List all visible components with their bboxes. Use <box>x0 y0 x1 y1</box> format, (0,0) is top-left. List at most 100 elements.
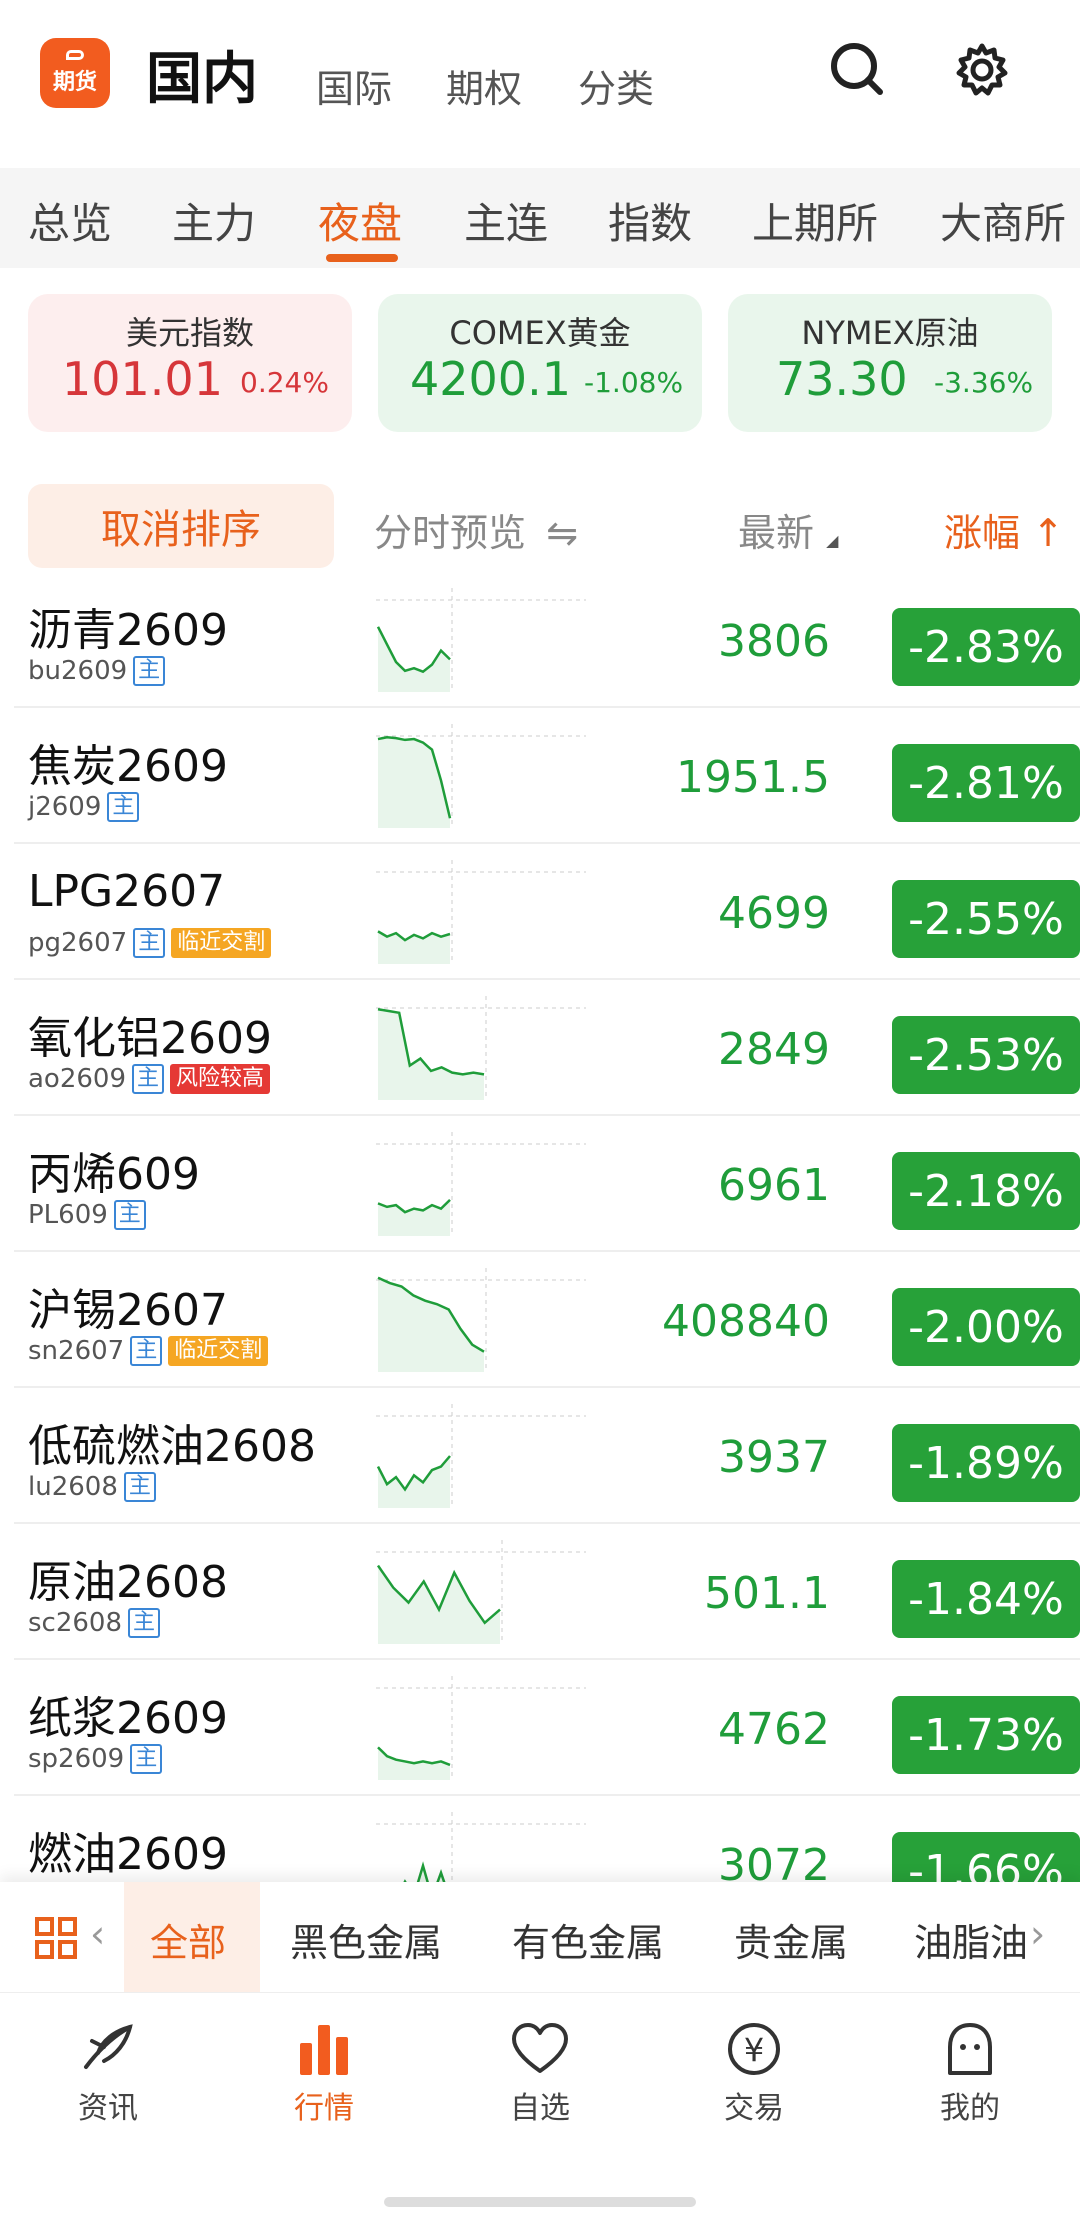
intraday-sparkline <box>376 588 586 692</box>
category-bar: ‹ 全部 黑色金属 有色金属 贵金属 油脂油 › <box>0 1882 1080 1992</box>
contract-name: 氧化铝2609 <box>28 1013 272 1064</box>
index-card-name: NYMEX原油 <box>801 314 979 352</box>
arrow-up-icon: ↑ <box>1032 511 1064 555</box>
list-item[interactable]: LPG2607 pg2607 主 临近交割 4699 -2.55% <box>14 844 1080 980</box>
tab-dce[interactable]: 大商所 <box>940 190 1066 251</box>
preview-label: 分时预览 <box>374 511 527 555</box>
settings-button[interactable] <box>950 38 1014 102</box>
chevron-right-icon[interactable]: › <box>1030 1912 1045 1956</box>
category-precious[interactable]: 贵金属 <box>734 1912 848 1967</box>
high-risk-badge: 风险较高 <box>170 1064 271 1094</box>
nav-profile[interactable]: 我的 <box>910 2021 1030 2127</box>
category-nonferrous[interactable]: 有色金属 <box>512 1912 664 1967</box>
nav-trade[interactable]: ¥ 交易 <box>694 2021 814 2127</box>
list-item[interactable]: 沪锡2607 sn2607 主 临近交割 408840 -2.00% <box>14 1252 1080 1388</box>
app-logo: 期货 <box>40 38 110 108</box>
yuan-icon: ¥ <box>728 2023 780 2075</box>
header-tab-international[interactable]: 国际 <box>316 58 392 113</box>
search-button[interactable] <box>826 38 890 102</box>
tab-main[interactable]: 主力 <box>172 190 256 251</box>
header-tab-options[interactable]: 期权 <box>446 58 522 113</box>
sort-change[interactable]: 涨幅 ↑ <box>944 502 1064 557</box>
intraday-sparkline <box>376 1540 586 1644</box>
list-item[interactable]: 纸浆2609 sp2609 主 4762 -1.73% <box>14 1660 1080 1796</box>
preview-toggle[interactable]: 分时预览 ⇋ <box>374 502 578 557</box>
list-item[interactable]: 氧化铝2609 ao2609 主 风险较高 2849 -2.53% <box>14 980 1080 1116</box>
index-card-change: -1.08% <box>584 366 684 399</box>
gear-icon <box>956 43 1008 96</box>
change-badge: -1.73% <box>892 1696 1080 1774</box>
latest-price: 3937 <box>718 1432 830 1483</box>
contract-code-line: sp2609 主 <box>28 1744 163 1774</box>
sort-latest[interactable]: 最新 ◢ <box>738 502 838 557</box>
contract-name: 原油2608 <box>28 1557 228 1608</box>
latest-price: 2849 <box>718 1024 830 1075</box>
near-delivery-badge: 临近交割 <box>171 928 272 958</box>
nav-market[interactable]: 行情 <box>264 2021 384 2127</box>
sparkline-area <box>378 626 450 692</box>
list-item[interactable]: 焦炭2609 j2609 主 1951.5 -2.81% <box>14 708 1080 844</box>
sparkline-area <box>378 1277 484 1372</box>
header-tab-domestic[interactable]: 国内 <box>146 34 258 115</box>
intraday-sparkline <box>376 860 586 964</box>
list-item[interactable]: 沥青2609 bu2609 主 3806 -2.83% <box>14 572 1080 708</box>
list-item[interactable]: 低硫燃油2608 lu2608 主 3937 -1.89% <box>14 1388 1080 1524</box>
main-contract-badge: 主 <box>130 1744 163 1774</box>
contract-name: 沥青2609 <box>28 605 228 656</box>
index-card-change: -3.36% <box>934 366 1034 399</box>
nav-watchlist[interactable]: 自选 <box>480 2021 600 2127</box>
top-header: 期货 国内 国际 期权 分类 <box>0 0 1080 168</box>
index-card-value: 4200.1 <box>410 352 571 406</box>
index-card-gold[interactable]: COMEX黄金 4200.1 -1.08% <box>378 294 702 432</box>
latest-price: 4699 <box>718 888 830 939</box>
intraday-sparkline <box>376 1132 586 1236</box>
cancel-sort-button[interactable]: 取消排序 <box>28 484 334 568</box>
nav-market-label: 行情 <box>294 2091 354 2126</box>
sort-bar: 取消排序 分时预览 ⇋ 最新 ◢ 涨幅 ↑ <box>0 480 1080 570</box>
profile-icon <box>948 2023 992 2075</box>
list-item[interactable]: 原油2608 sc2608 主 501.1 -1.84% <box>14 1524 1080 1660</box>
tab-overview[interactable]: 总览 <box>28 190 112 251</box>
chevron-left-icon[interactable]: ‹ <box>90 1912 105 1956</box>
contract-code: sn2607 <box>28 1336 125 1366</box>
tab-shfe[interactable]: 上期所 <box>752 190 878 251</box>
latest-price: 1951.5 <box>676 752 830 803</box>
tab-continuous[interactable]: 主连 <box>464 190 548 251</box>
sparkline-area <box>378 1009 484 1100</box>
index-card-crude[interactable]: NYMEX原油 73.30 -3.36% <box>728 294 1052 432</box>
sort-corner-icon: ◢ <box>826 531 839 550</box>
contract-code: pg2607 <box>28 928 128 958</box>
home-indicator <box>384 2197 696 2207</box>
latest-price: 408840 <box>662 1296 830 1347</box>
nav-watchlist-label: 自选 <box>510 2091 570 2126</box>
contract-code-line: ao2609 主 风险较高 <box>28 1064 271 1094</box>
category-ferrous[interactable]: 黑色金属 <box>290 1912 442 1967</box>
nav-news[interactable]: 资讯 <box>48 2021 168 2127</box>
contract-name: 燃油2609 <box>28 1829 228 1880</box>
exchange-tabs: 总览 主力 夜盘 主连 指数 上期所 大商所 <box>0 168 1080 268</box>
category-oils[interactable]: 油脂油 <box>914 1912 1030 1967</box>
app-root: 期货 国内 国际 期权 分类 总览 主力 夜盘 主连 指数 上期所 大商所 美元… <box>0 0 1080 2228</box>
main-contract-badge: 主 <box>128 1608 161 1638</box>
index-card-value: 101.01 <box>62 352 223 406</box>
search-icon <box>831 43 883 95</box>
tab-night[interactable]: 夜盘 <box>318 190 402 251</box>
change-label: 涨幅 <box>944 511 1021 555</box>
contract-name: 焦炭2609 <box>28 741 228 792</box>
latest-price: 501.1 <box>704 1568 830 1619</box>
index-card-change: 0.24% <box>240 366 329 399</box>
grid-menu-button[interactable] <box>34 1916 78 1964</box>
change-badge: -2.83% <box>892 608 1080 686</box>
contract-name: 纸浆2609 <box>28 1693 228 1744</box>
main-contract-badge: 主 <box>133 928 166 958</box>
index-card-usd[interactable]: 美元指数 101.01 0.24% <box>28 294 352 432</box>
svg-text:¥: ¥ <box>744 2031 764 2069</box>
change-badge: -2.55% <box>892 880 1080 958</box>
header-tab-category[interactable]: 分类 <box>578 58 654 113</box>
main-contract-badge: 主 <box>123 1472 156 1502</box>
logo-text: 期货 <box>52 70 97 95</box>
main-contract-badge: 主 <box>107 792 140 822</box>
category-all[interactable]: 全部 <box>150 1912 226 1967</box>
tab-index[interactable]: 指数 <box>608 190 692 251</box>
list-item[interactable]: 丙烯609 PL609 主 6961 -2.18% <box>14 1116 1080 1252</box>
